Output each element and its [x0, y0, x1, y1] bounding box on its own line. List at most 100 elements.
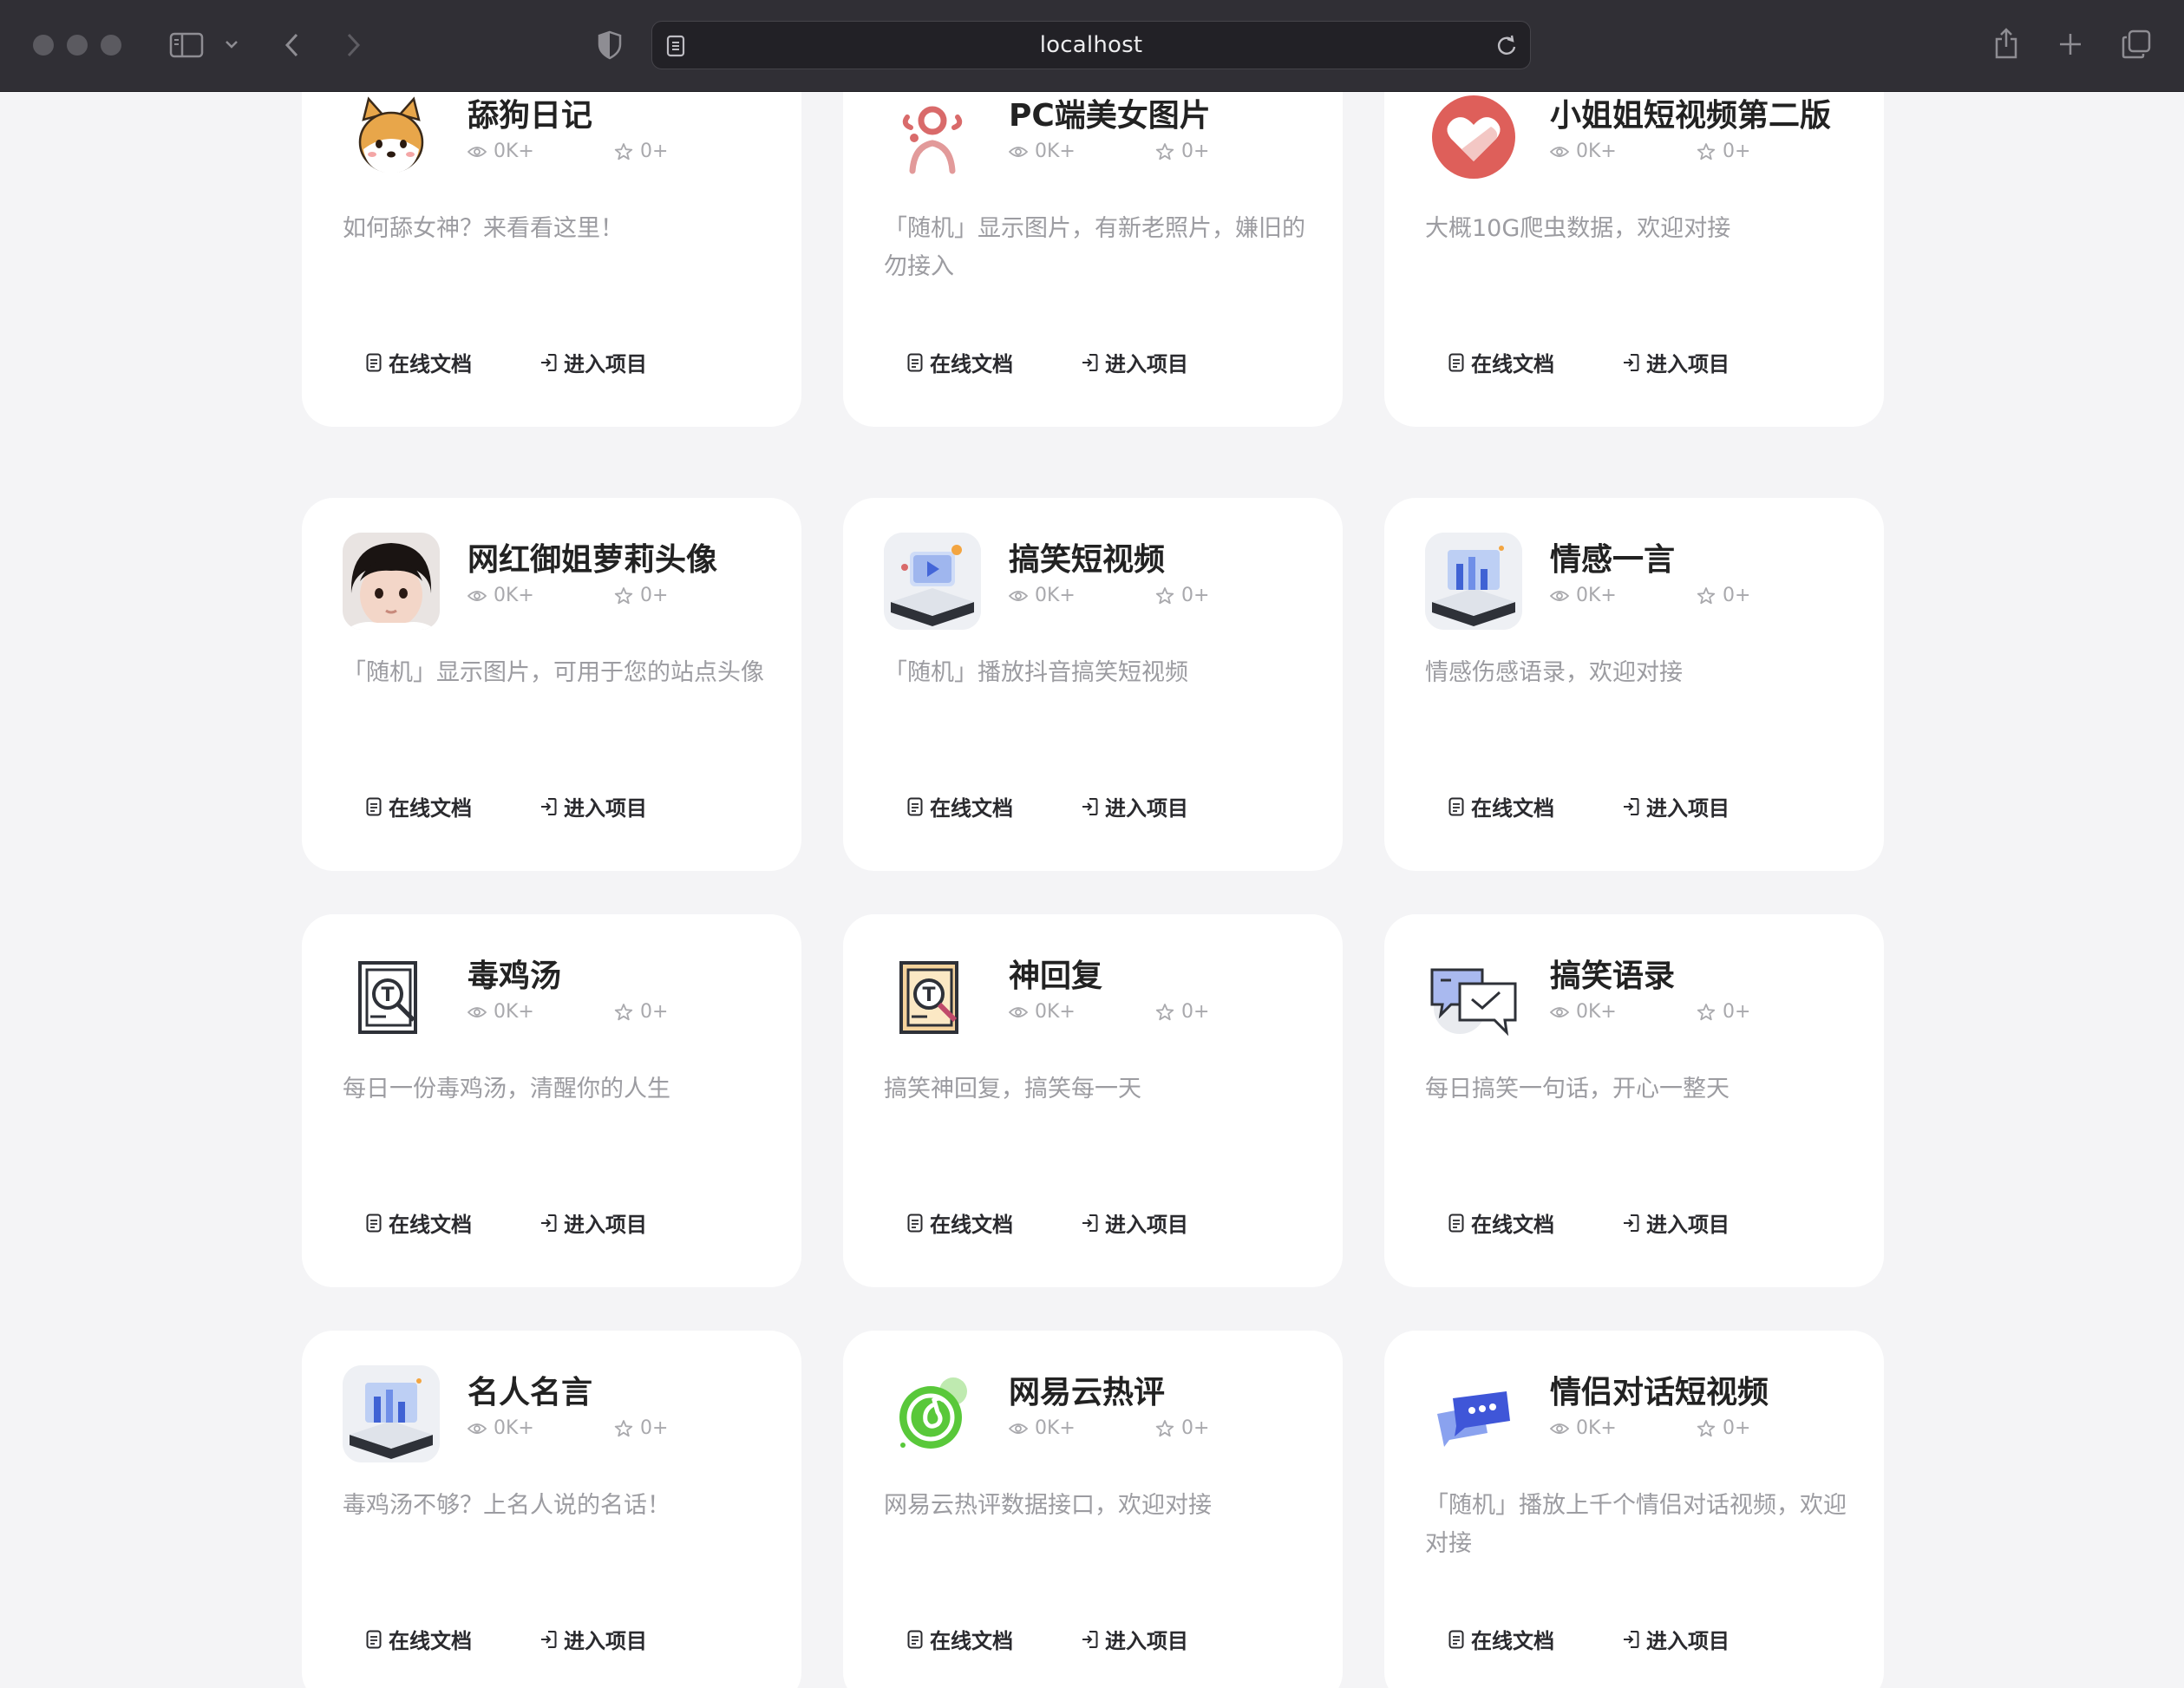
- card-title: 毒鸡汤: [468, 958, 562, 994]
- eye-icon: [1009, 589, 1028, 603]
- api-card[interactable]: 网红御姐萝莉头像 0K+ 0+ 「随机」显示图片，可用于您的站点头像 在线文档 进入项目: [302, 498, 801, 871]
- enter-project-label: 进入项目: [564, 796, 647, 821]
- chevron-down-icon[interactable]: [222, 35, 241, 54]
- url-text: localhost: [1039, 32, 1143, 58]
- star-count: 0+: [614, 141, 668, 162]
- svg-text:T: T: [381, 985, 394, 1006]
- chart-platform-icon: [1425, 533, 1522, 630]
- minimize-window-button[interactable]: [67, 35, 88, 56]
- enter-project-button[interactable]: 进入项目: [1622, 791, 1730, 821]
- eye-icon: [1550, 145, 1569, 159]
- reload-icon[interactable]: [1494, 33, 1520, 59]
- api-card[interactable]: 情感一言 0K+ 0+ 情感伤感语录，欢迎对接 在线文档 进入项目: [1384, 498, 1884, 871]
- star-icon: [614, 586, 633, 605]
- enter-project-button[interactable]: 进入项目: [1622, 1207, 1730, 1238]
- document-icon: [907, 797, 923, 816]
- online-docs-label: 在线文档: [1471, 796, 1554, 821]
- api-card[interactable]: 名人名言 0K+ 0+ 毒鸡汤不够？上名人说的名话！ 在线文档 进入项目: [302, 1331, 801, 1688]
- enter-project-button[interactable]: 进入项目: [1622, 347, 1730, 377]
- card-description: 搞笑神回复，搞笑每一天: [884, 1076, 1141, 1102]
- online-docs-button[interactable]: 在线文档: [366, 1624, 472, 1654]
- eye-icon: [1550, 1422, 1569, 1436]
- card-title: PC端美女图片: [1009, 98, 1211, 134]
- enter-project-button[interactable]: 进入项目: [539, 791, 647, 821]
- star-count: 0+: [614, 1417, 668, 1439]
- api-card[interactable]: T 神回复 0K+ 0+ 搞笑神回复，搞笑每一天 在线文档 进入项目: [843, 914, 1343, 1287]
- online-docs-label: 在线文档: [1471, 1213, 1554, 1237]
- enter-project-button[interactable]: 进入项目: [1081, 1624, 1188, 1654]
- close-window-button[interactable]: [33, 35, 54, 56]
- star-icon: [614, 142, 633, 161]
- api-card[interactable]: 网易云热评 0K+ 0+ 网易云热评数据接口，欢迎对接 在线文档 进入项目: [843, 1331, 1343, 1688]
- api-card[interactable]: 舔狗日记 0K+ 0+ 如何舔女神？来看看这里！ 在线文档 进入项目: [302, 92, 801, 427]
- enter-project-label: 进入项目: [1646, 1629, 1730, 1653]
- view-count: 0K+: [1550, 1417, 1617, 1439]
- online-docs-button[interactable]: 在线文档: [1448, 791, 1554, 821]
- api-card[interactable]: 搞笑短视频 0K+ 0+ 「随机」播放抖音搞笑短视频 在线文档 进入项目: [843, 498, 1343, 871]
- enter-project-label: 进入项目: [1105, 1629, 1188, 1653]
- enter-project-label: 进入项目: [564, 1213, 647, 1237]
- api-card[interactable]: 情侣对话短视频 0K+ 0+ 「随机」播放上千个情侣对话视频，欢迎对接 在线文档 进入项目: [1384, 1331, 1884, 1688]
- online-docs-label: 在线文档: [930, 1629, 1013, 1653]
- star-icon: [1155, 1003, 1174, 1022]
- online-docs-button[interactable]: 在线文档: [366, 347, 472, 377]
- zoom-window-button[interactable]: [101, 35, 121, 56]
- enter-project-label: 进入项目: [1105, 352, 1188, 376]
- online-docs-button[interactable]: 在线文档: [1448, 1624, 1554, 1654]
- star-count: 0+: [1155, 585, 1209, 606]
- star-icon: [614, 1003, 633, 1022]
- new-tab-icon[interactable]: [2056, 29, 2085, 59]
- api-card[interactable]: 小姐姐短视频第二版 0K+ 0+ 大概10G爬虫数据，欢迎对接 在线文档 进入项目: [1384, 92, 1884, 427]
- star-count-value: 0+: [1181, 1417, 1210, 1439]
- star-icon: [1697, 586, 1716, 605]
- online-docs-label: 在线文档: [930, 796, 1013, 821]
- forward-icon[interactable]: [340, 29, 366, 61]
- document-icon: [907, 353, 923, 372]
- enter-icon: [1081, 797, 1098, 816]
- online-docs-label: 在线文档: [1471, 1629, 1554, 1653]
- enter-icon: [1622, 797, 1639, 816]
- online-docs-button[interactable]: 在线文档: [907, 347, 1013, 377]
- view-count-value: 0K+: [1576, 1001, 1617, 1023]
- enter-project-button[interactable]: 进入项目: [539, 1207, 647, 1238]
- online-docs-label: 在线文档: [389, 796, 472, 821]
- enter-project-button[interactable]: 进入项目: [1081, 791, 1188, 821]
- share-icon[interactable]: [1991, 24, 2021, 62]
- online-docs-button[interactable]: 在线文档: [907, 1624, 1013, 1654]
- online-docs-button[interactable]: 在线文档: [907, 1207, 1013, 1238]
- star-count-value: 0+: [1723, 141, 1751, 162]
- online-docs-button[interactable]: 在线文档: [1448, 1207, 1554, 1238]
- star-count-value: 0+: [1723, 585, 1751, 606]
- shield-icon[interactable]: [595, 29, 624, 61]
- star-count: 0+: [1697, 141, 1750, 162]
- online-docs-label: 在线文档: [389, 1213, 472, 1237]
- enter-icon: [1081, 1214, 1098, 1233]
- api-card[interactable]: T 毒鸡汤 0K+ 0+ 每日一份毒鸡汤，清醒你的人生 在线文档 进入项目: [302, 914, 801, 1287]
- card-title: 舔狗日记: [468, 98, 593, 134]
- online-docs-button[interactable]: 在线文档: [366, 791, 472, 821]
- enter-project-button[interactable]: 进入项目: [1081, 347, 1188, 377]
- star-count-value: 0+: [640, 585, 669, 606]
- eye-icon: [1009, 1422, 1028, 1436]
- enter-project-button[interactable]: 进入项目: [539, 347, 647, 377]
- star-icon: [1697, 1003, 1716, 1022]
- view-count-value: 0K+: [1576, 585, 1617, 606]
- online-docs-button[interactable]: 在线文档: [1448, 347, 1554, 377]
- enter-project-button[interactable]: 进入项目: [539, 1624, 647, 1654]
- online-docs-button[interactable]: 在线文档: [366, 1207, 472, 1238]
- address-bar[interactable]: localhost: [651, 21, 1531, 69]
- star-count: 0+: [1697, 1001, 1750, 1023]
- star-count-value: 0+: [1723, 1417, 1751, 1439]
- online-docs-button[interactable]: 在线文档: [907, 791, 1013, 821]
- card-title: 情侣对话短视频: [1550, 1375, 1769, 1410]
- enter-project-label: 进入项目: [1646, 1213, 1730, 1237]
- back-icon[interactable]: [279, 29, 305, 61]
- enter-project-button[interactable]: 进入项目: [1081, 1207, 1188, 1238]
- api-card[interactable]: PC端美女图片 0K+ 0+ 「随机」显示图片，有新老照片，嫌旧的勿接入 在线文档 进入项…: [843, 92, 1343, 427]
- sidebar-toggle-icon[interactable]: [168, 29, 205, 61]
- enter-icon: [1081, 353, 1098, 372]
- tab-overview-icon[interactable]: [2120, 28, 2153, 61]
- enter-project-button[interactable]: 进入项目: [1622, 1624, 1730, 1654]
- api-card[interactable]: 搞笑语录 0K+ 0+ 每日搞笑一句话，开心一整天 在线文档 进入项目: [1384, 914, 1884, 1287]
- child-avatar-icon: [343, 533, 440, 630]
